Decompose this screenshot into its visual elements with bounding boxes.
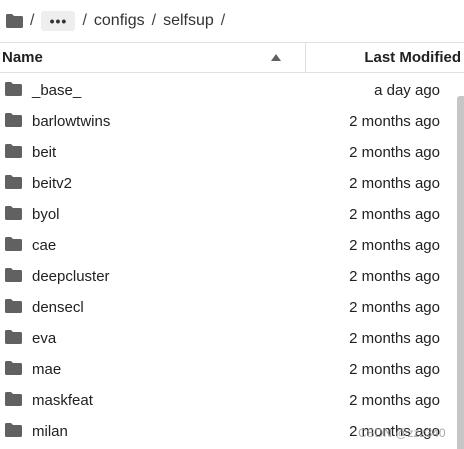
file-name[interactable]: densecl [32,292,84,323]
breadcrumb-item-configs[interactable]: configs [94,12,145,30]
folder-icon[interactable] [6,14,23,28]
folder-icon [5,423,22,437]
folder-icon [5,206,22,220]
file-name[interactable]: mae [32,354,61,385]
file-name[interactable]: deepcluster [32,261,110,292]
last-modified: 2 months ago [349,392,440,409]
list-item[interactable]: cae 2 months ago [0,230,464,261]
last-modified: 2 months ago [349,268,440,285]
list-item[interactable]: maskfeat 2 months ago [0,385,464,416]
last-modified: a day ago [374,82,440,99]
last-modified: 2 months ago [349,144,440,161]
last-modified-column-header[interactable]: Last Modified [364,43,461,72]
breadcrumb-separator: / [151,12,157,29]
folder-icon [5,175,22,189]
last-modified: 2 months ago [349,299,440,316]
sort-ascending-icon[interactable] [271,54,281,61]
file-name[interactable]: eva [32,323,56,354]
folder-icon [5,392,22,406]
watermark: CSDN @zzz340 [358,426,446,440]
file-list-header: Name Last Modified [0,42,464,73]
scrollbar[interactable] [457,96,464,449]
file-name[interactable]: byol [32,199,60,230]
folder-icon [5,144,22,158]
name-column-header[interactable]: Name [2,43,43,72]
breadcrumb: / ••• / configs / selfsup / [0,0,464,42]
file-name[interactable]: beitv2 [32,168,72,199]
list-item[interactable]: byol 2 months ago [0,199,464,230]
breadcrumb-ellipsis-button[interactable]: ••• [41,11,76,31]
breadcrumb-separator: / [220,12,226,29]
folder-icon [5,299,22,313]
file-name[interactable]: beit [32,137,56,168]
folder-icon [5,268,22,282]
last-modified: 2 months ago [349,113,440,130]
file-name[interactable]: barlowtwins [32,106,110,137]
folder-icon [5,113,22,127]
breadcrumb-item-selfsup[interactable]: selfsup [163,12,214,30]
list-item[interactable]: densecl 2 months ago [0,292,464,323]
folder-icon [5,361,22,375]
last-modified: 2 months ago [349,361,440,378]
folder-icon [5,330,22,344]
list-item[interactable]: _base_ a day ago [0,75,464,106]
list-item[interactable]: beit 2 months ago [0,137,464,168]
list-item[interactable]: deepcluster 2 months ago [0,261,464,292]
folder-icon [5,82,22,96]
list-item[interactable]: barlowtwins 2 months ago [0,106,464,137]
breadcrumb-separator: / [82,12,87,29]
folder-icon [5,237,22,251]
list-item[interactable]: beitv2 2 months ago [0,168,464,199]
last-modified: 2 months ago [349,175,440,192]
breadcrumb-separator: / [30,12,35,29]
last-modified: 2 months ago [349,237,440,254]
list-item[interactable]: eva 2 months ago [0,323,464,354]
last-modified: 2 months ago [349,206,440,223]
file-name[interactable]: _base_ [32,75,81,106]
file-name[interactable]: cae [32,230,56,261]
column-resize-handle[interactable] [305,43,306,72]
list-item[interactable]: mae 2 months ago [0,354,464,385]
file-list: _base_ a day ago barlowtwins 2 months ago be… [0,75,464,447]
file-name[interactable]: milan [32,416,68,447]
last-modified: 2 months ago [349,330,440,347]
file-name[interactable]: maskfeat [32,385,93,416]
